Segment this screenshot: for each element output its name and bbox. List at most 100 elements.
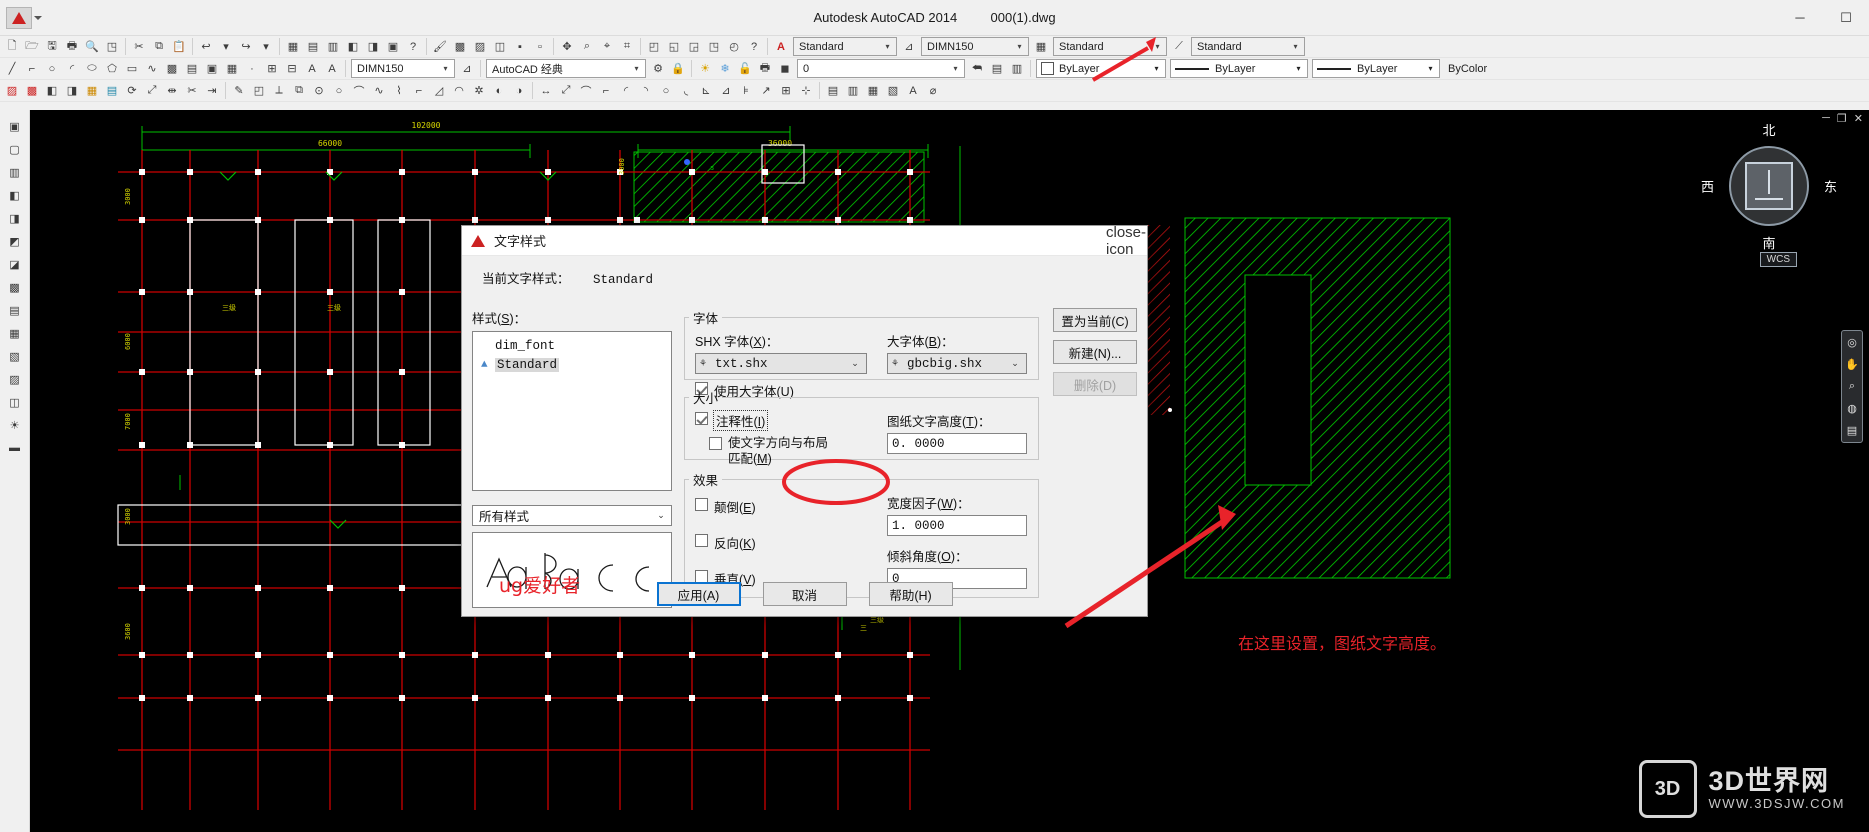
aligned-dim-icon[interactable]: ⤢ xyxy=(556,81,576,101)
tool-palette-icon[interactable]: ▪ xyxy=(510,37,530,57)
paste-icon[interactable]: 📋 xyxy=(169,37,189,57)
restore-doc-icon[interactable]: ❐ xyxy=(1837,112,1847,125)
sheet-set-icon[interactable]: ▫ xyxy=(530,37,550,57)
layer-freeze-icon[interactable]: ◨ xyxy=(363,37,383,57)
cut-icon[interactable]: ✂ xyxy=(129,37,149,57)
backwards-checkbox-row[interactable]: 反向(K) xyxy=(695,533,875,552)
chevron-down-icon[interactable]: ▾ xyxy=(949,64,962,73)
explode-icon[interactable]: ✲ xyxy=(469,81,489,101)
lineweight-combo[interactable]: ByLayer ▾ xyxy=(1312,59,1440,78)
baseline-dim-icon[interactable]: ⊿ xyxy=(716,81,736,101)
continue-dim-icon[interactable]: ⊧ xyxy=(736,81,756,101)
close-doc-icon[interactable]: ✕ xyxy=(1854,112,1863,125)
layer-off-icon[interactable]: ◧ xyxy=(343,37,363,57)
bring-front-icon[interactable]: ◰ xyxy=(249,81,269,101)
quick-dim-icon[interactable]: ⊾ xyxy=(696,81,716,101)
style-list[interactable]: dim_font ▲ Standard xyxy=(472,331,672,491)
mirror-icon[interactable]: ◧ xyxy=(42,81,62,101)
layer-states-icon[interactable]: ▤ xyxy=(987,59,1007,79)
table-style-icon[interactable]: ▦ xyxy=(1031,37,1051,57)
sun-icon[interactable]: ☀ xyxy=(4,414,26,436)
layer-match-icon[interactable]: ▥ xyxy=(1007,59,1027,79)
trim-icon[interactable]: ✂ xyxy=(182,81,202,101)
view-cube-south-label[interactable]: 南 xyxy=(1762,233,1775,252)
set-current-button[interactable]: 置为当前(C) xyxy=(1053,308,1137,332)
workspace-settings-icon[interactable]: ⚙ xyxy=(648,59,668,79)
walk-icon[interactable]: ▦ xyxy=(4,322,26,344)
block-icon[interactable]: ▨ xyxy=(470,37,490,57)
orbit-icon[interactable]: ◍ xyxy=(1847,402,1857,415)
make-block-icon[interactable]: ⊟ xyxy=(282,59,302,79)
chevron-down-icon[interactable]: ▾ xyxy=(1292,64,1305,73)
blend-icon[interactable]: ∿ xyxy=(369,81,389,101)
dim-style-dropdown-icon[interactable]: ⌀ xyxy=(923,81,943,101)
navigation-bar[interactable]: ◎ ✋ ⌕ ◍ ▤ xyxy=(1841,330,1863,443)
gradient-icon[interactable]: ▤ xyxy=(182,59,202,79)
workspace-combo[interactable]: AutoCAD 经典 ▾ xyxy=(486,59,646,78)
close-icon[interactable]: close-icon xyxy=(1106,224,1146,258)
color-combo[interactable]: ByLayer ▾ xyxy=(1036,59,1166,78)
list-item[interactable]: dim_font xyxy=(473,336,671,355)
view-cube-east-label[interactable]: 东 xyxy=(1824,177,1837,196)
lights-icon[interactable]: ◫ xyxy=(4,391,26,413)
help2-icon[interactable]: ? xyxy=(744,37,764,57)
properties-icon[interactable]: ▩ xyxy=(450,37,470,57)
layer-state-icon[interactable]: ▤ xyxy=(303,37,323,57)
text-style-combo[interactable]: Standard ▾ xyxy=(793,37,897,56)
upside-down-checkbox-row[interactable]: 颠倒(E) xyxy=(695,497,875,516)
insert-block-icon[interactable]: ⊞ xyxy=(262,59,282,79)
dimension-style-icon[interactable]: ⊿ xyxy=(457,59,477,79)
workspace-lock-icon[interactable]: 🔒 xyxy=(668,59,688,79)
view-cube-north-label[interactable]: 北 xyxy=(1762,120,1775,139)
section-icon[interactable]: ◩ xyxy=(4,230,26,252)
dim-style-combo-2[interactable]: DIMN150 ▾ xyxy=(351,59,455,78)
open-folder-icon[interactable]: 🗁 xyxy=(22,37,42,57)
arclength-dim-icon[interactable]: ⌒ xyxy=(576,81,596,101)
annotative-checkbox[interactable] xyxy=(695,412,708,425)
chevron-down-icon[interactable]: ⌄ xyxy=(653,510,669,521)
text-style-icon[interactable]: A xyxy=(771,37,791,57)
copy-object-icon[interactable]: ▩ xyxy=(22,81,42,101)
layer-lock-icon[interactable]: ▣ xyxy=(383,37,403,57)
layer-combo[interactable]: 0 ▾ xyxy=(797,59,965,78)
layer-previous-icon[interactable]: ▥ xyxy=(323,37,343,57)
xref-icon[interactable]: ◲ xyxy=(684,37,704,57)
autocad-logo-icon[interactable] xyxy=(6,6,32,29)
backwards-checkbox[interactable] xyxy=(695,534,708,547)
line-icon[interactable]: ╱ xyxy=(2,59,22,79)
hatch-icon[interactable]: ▩ xyxy=(162,59,182,79)
dim-style-icon[interactable]: ⊿ xyxy=(899,37,919,57)
spline-icon[interactable]: ∿ xyxy=(142,59,162,79)
showmotion-icon[interactable]: ▤ xyxy=(1847,424,1857,437)
publish-icon[interactable]: ◳ xyxy=(102,37,122,57)
match-layout-checkbox-row[interactable]: 使文字方向与布局 匹配(M) xyxy=(709,436,875,467)
ref-edit-icon[interactable]: ◱ xyxy=(664,37,684,57)
layer-previous-icon[interactable]: ⮪ xyxy=(967,59,987,79)
save-icon[interactable]: 🖫 xyxy=(42,37,62,57)
break-icon[interactable]: ⌐ xyxy=(409,81,429,101)
offset-icon[interactable]: ◨ xyxy=(62,81,82,101)
chevron-down-icon[interactable]: ▾ xyxy=(439,64,452,73)
match-layout-checkbox[interactable] xyxy=(709,437,722,450)
chevron-down-icon[interactable]: ▾ xyxy=(1151,42,1164,51)
redo-arrow-icon[interactable]: ▾ xyxy=(256,37,276,57)
render-icon[interactable]: ◑ xyxy=(509,81,529,101)
divide-icon[interactable]: ⊙ xyxy=(309,81,329,101)
dim-edit-icon[interactable]: ▤ xyxy=(823,81,843,101)
block-edit-icon[interactable]: ◰ xyxy=(644,37,664,57)
visual-style-icon[interactable]: ◪ xyxy=(4,253,26,275)
stretch-icon[interactable]: ⇹ xyxy=(162,81,182,101)
arc-icon[interactable]: ◜ xyxy=(62,59,82,79)
revcloud-icon[interactable]: ⌇ xyxy=(389,81,409,101)
chevron-down-icon[interactable]: ▾ xyxy=(630,64,643,73)
print-icon[interactable]: 🖶 xyxy=(62,37,82,57)
ordinate-dim-icon[interactable]: ⌐ xyxy=(596,81,616,101)
dim-style-combo[interactable]: DIMN150 ▾ xyxy=(921,37,1029,56)
workspace-icon[interactable]: ▣ xyxy=(4,115,26,137)
point-icon[interactable]: · xyxy=(242,59,262,79)
text-style-A-icon[interactable]: A xyxy=(903,81,923,101)
text-icon[interactable]: A xyxy=(322,59,342,79)
multiline-text-icon[interactable]: A xyxy=(302,59,322,79)
polygon-icon[interactable]: ⬠ xyxy=(102,59,122,79)
tolerance-icon[interactable]: ⊞ xyxy=(776,81,796,101)
